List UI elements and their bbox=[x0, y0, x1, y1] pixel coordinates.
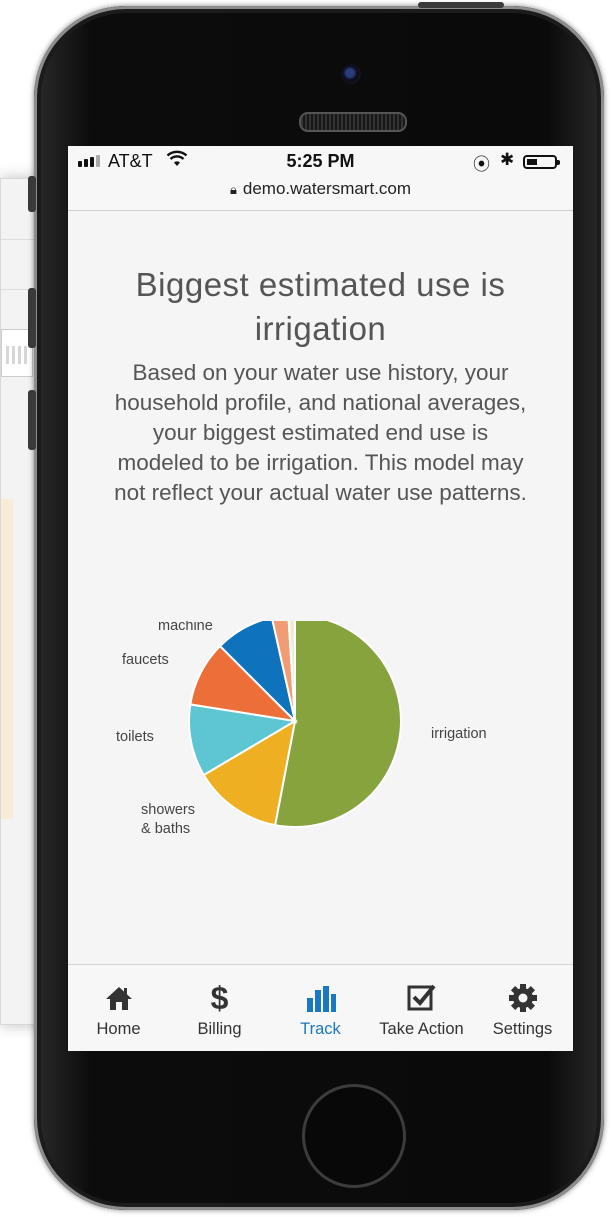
padlock-icon: 🔒︎ bbox=[229, 182, 237, 197]
tab-home[interactable]: Home bbox=[68, 965, 169, 1051]
end-use-pie-chart: irrigation showers& baths toilets faucets wa… bbox=[116, 621, 487, 837]
battery-icon bbox=[523, 155, 560, 169]
status-bar: AT&T 5:25 PM ⦿ ✱ 🔒︎ demo.watersmart.com bbox=[68, 146, 573, 211]
address-bar[interactable]: 🔒︎ demo.watersmart.com bbox=[68, 179, 573, 199]
home-hardware-button[interactable] bbox=[302, 1084, 406, 1188]
tab-take-action[interactable]: Take Action bbox=[371, 965, 472, 1051]
tab-bar: Home $ Billing Track Take Action Setting… bbox=[68, 964, 573, 1051]
mute-switch bbox=[28, 176, 36, 212]
volume-down-button bbox=[28, 390, 36, 450]
earpiece-speaker bbox=[299, 112, 407, 132]
gear-icon bbox=[472, 981, 573, 1015]
slice-label-faucets: faucets bbox=[122, 652, 169, 668]
volume-up-button bbox=[28, 288, 36, 348]
checkbox-icon bbox=[371, 981, 472, 1015]
bar-chart-icon bbox=[270, 981, 371, 1015]
tab-track[interactable]: Track bbox=[270, 965, 371, 1051]
tab-label: Track bbox=[300, 1020, 341, 1038]
status-time: 5:25 PM bbox=[286, 151, 355, 171]
slice-label-toilets: toilets bbox=[116, 729, 154, 745]
tab-settings[interactable]: Settings bbox=[472, 965, 573, 1051]
slice-label-irrigation: irrigation bbox=[431, 726, 487, 742]
tab-label: Settings bbox=[492, 1020, 553, 1038]
power-button bbox=[418, 2, 504, 8]
tab-label: Home bbox=[96, 1020, 141, 1038]
slice-label-showers-baths: showers & baths bbox=[141, 802, 195, 837]
rotation-lock-icon: ⦿ bbox=[473, 155, 490, 174]
front-camera bbox=[341, 64, 361, 84]
tab-label: Billing bbox=[197, 1020, 242, 1038]
phone-screen: AT&T 5:25 PM ⦿ ✱ 🔒︎ demo.watersmart.com B… bbox=[68, 146, 573, 1051]
tab-label: Take Action bbox=[379, 1020, 464, 1038]
url-text: demo.watersmart.com bbox=[242, 179, 412, 198]
background-panel bbox=[1, 499, 13, 819]
home-icon bbox=[68, 981, 169, 1015]
dollar-icon: $ bbox=[210, 979, 229, 1016]
tab-billing[interactable]: $ Billing bbox=[169, 965, 270, 1051]
slice-label-washing-machine: washingmachine bbox=[157, 621, 213, 634]
page-title: Biggest estimated use is irrigation bbox=[135, 266, 506, 347]
bluetooth-icon: ✱ bbox=[500, 150, 515, 169]
page-description: Based on your water use history, your ho… bbox=[114, 360, 527, 505]
